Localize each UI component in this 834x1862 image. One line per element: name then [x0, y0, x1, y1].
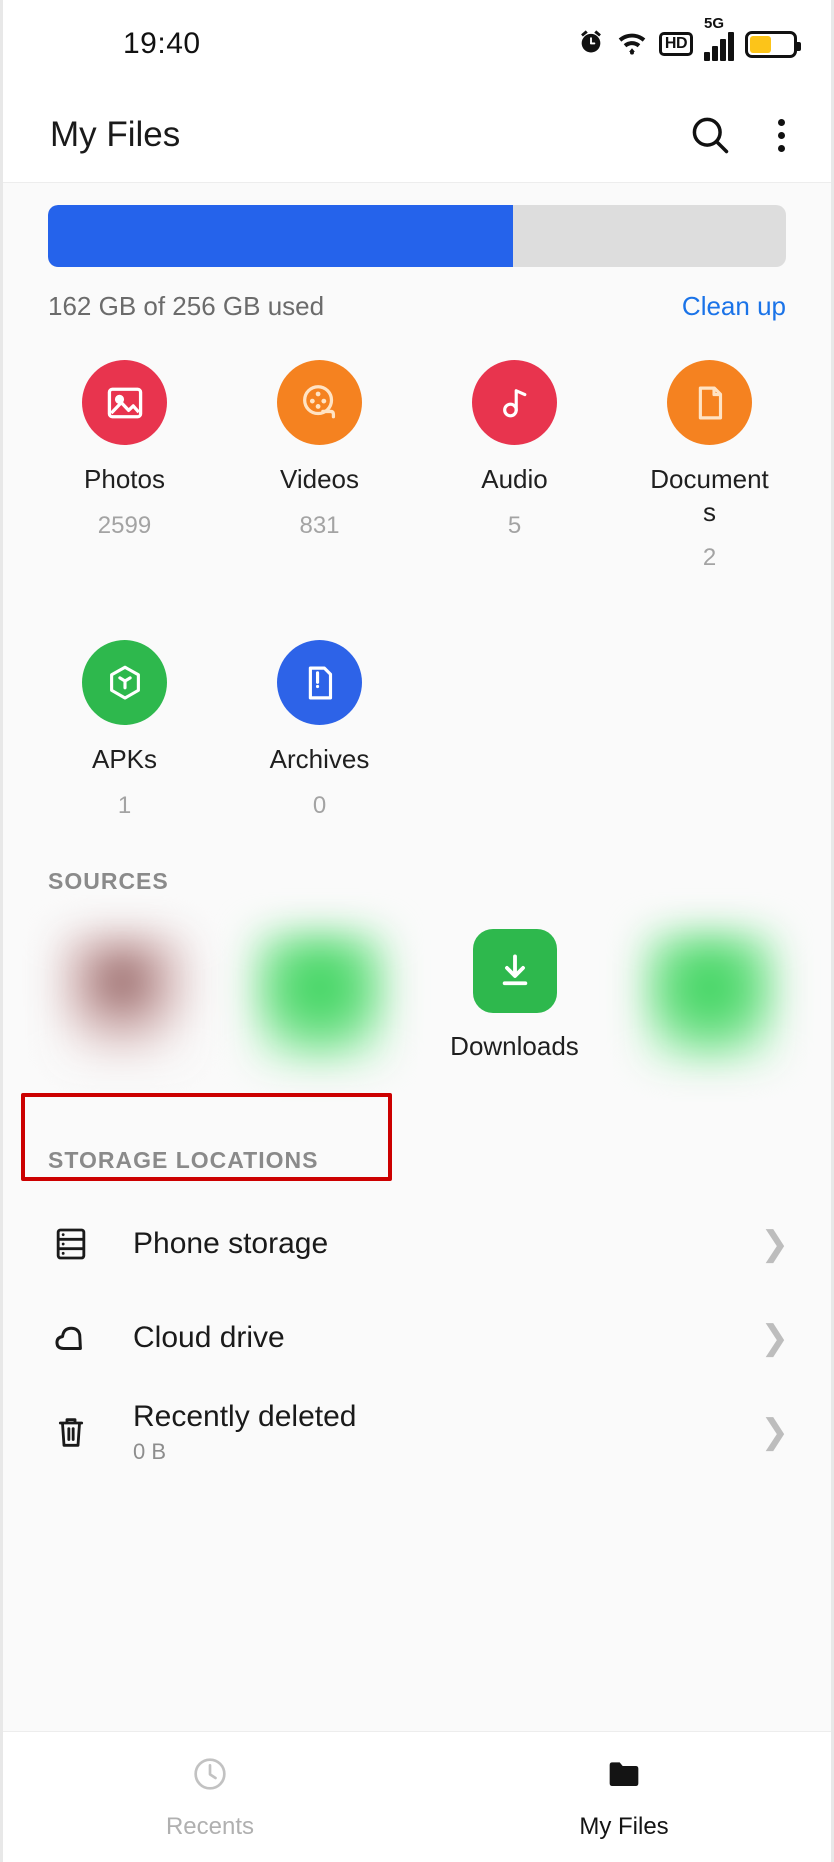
- sources-section-title: SOURCES: [48, 867, 169, 894]
- download-icon: [472, 928, 557, 1013]
- storage-location-texts: Phone storage: [133, 1226, 761, 1262]
- 5g-signal-icon: 5G: [704, 16, 734, 61]
- category-count: 1: [117, 791, 132, 819]
- storage-meter: [3, 183, 831, 267]
- chevron-right-icon: ❯: [760, 1224, 790, 1263]
- bottom-navigation: Recents My Files: [3, 1731, 831, 1862]
- category-label: Videos: [279, 464, 360, 494]
- category-audio[interactable]: Audio 5: [417, 360, 612, 572]
- category-label: Documents: [650, 464, 769, 527]
- category-videos[interactable]: Videos 831: [222, 360, 417, 572]
- status-icon-group: HD 5G: [577, 16, 801, 61]
- cloud-icon: [51, 1317, 105, 1359]
- storage-locations-list: Phone storage ❯ Cloud drive ❯ Recently d…: [3, 1174, 831, 1476]
- storage-location-label: Recently deleted: [133, 1399, 357, 1433]
- blurred-source-icon: [249, 928, 390, 1069]
- storage-usage-text: 162 GB of 256 GB used: [48, 291, 325, 321]
- category-count: 831: [299, 511, 340, 539]
- storage-summary-row: 162 GB of 256 GB used Clean up: [3, 267, 831, 322]
- trash-icon: [51, 1412, 105, 1452]
- category-slot-empty: [612, 640, 807, 820]
- category-count: 2: [702, 544, 717, 571]
- category-label: Audio: [481, 464, 548, 494]
- wifi-icon: [616, 28, 648, 61]
- category-apks[interactable]: APKs 1: [27, 640, 222, 820]
- storage-location-sublabel: 0 B: [133, 1438, 167, 1464]
- category-count: 2599: [97, 511, 152, 539]
- category-slot-empty: [417, 640, 612, 820]
- status-bar: 19:40 HD 5G: [3, 0, 831, 88]
- storage-location-recently-deleted[interactable]: Recently deleted 0 B ❯: [3, 1388, 831, 1476]
- storage-locations-section-title: STORAGE LOCATIONS: [48, 1146, 319, 1173]
- image-icon: [82, 360, 167, 445]
- category-count: 5: [507, 511, 522, 539]
- battery-fill: [750, 35, 771, 53]
- status-time: 19:40: [123, 27, 201, 60]
- more-options-icon[interactable]: [768, 113, 795, 158]
- alarm-icon: [577, 28, 605, 61]
- chevron-right-icon: ❯: [760, 1318, 790, 1357]
- network-type-label: 5G: [704, 14, 725, 32]
- storage-location-label: Phone storage: [133, 1226, 329, 1260]
- nav-tab-my-files[interactable]: My Files: [417, 1754, 831, 1841]
- category-grid-row-2: APKs 1 Archives 0: [3, 602, 831, 820]
- blurred-source-icon: [54, 928, 195, 1069]
- clock-icon: [190, 1754, 230, 1799]
- category-count: 0: [312, 791, 327, 819]
- film-reel-icon: [277, 360, 362, 445]
- source-item[interactable]: [612, 928, 807, 1087]
- category-label: Photos: [84, 464, 165, 494]
- source-label: Downloads: [450, 1030, 579, 1061]
- app-bar: My Files: [3, 88, 831, 183]
- phone-screen: 19:40 HD 5G My Files 162 GB of 256 GB us…: [0, 0, 834, 1862]
- blurred-source-icon: [639, 928, 780, 1069]
- nav-tab-label: My Files: [579, 1812, 669, 1840]
- storage-location-cloud-drive[interactable]: Cloud drive ❯: [3, 1294, 831, 1382]
- hd-icon: HD: [658, 32, 693, 56]
- source-item[interactable]: [222, 928, 417, 1087]
- main-content: 162 GB of 256 GB used Clean up Photos 25…: [3, 183, 831, 1731]
- music-note-icon: [472, 360, 557, 445]
- source-downloads[interactable]: Downloads: [417, 928, 612, 1087]
- category-archives[interactable]: Archives 0: [222, 640, 417, 820]
- category-photos[interactable]: Photos 2599: [27, 360, 222, 572]
- storage-location-texts: Recently deleted 0 B: [133, 1399, 761, 1465]
- battery-icon: [745, 30, 801, 58]
- document-icon: [667, 360, 752, 445]
- app-bar-actions: [688, 113, 795, 158]
- page-title: My Files: [50, 115, 181, 154]
- storage-location-label: Cloud drive: [133, 1320, 285, 1354]
- server-stack-icon: [51, 1224, 105, 1264]
- chevron-right-icon: ❯: [760, 1412, 790, 1451]
- archive-file-icon: [277, 640, 362, 725]
- storage-location-texts: Cloud drive: [133, 1320, 761, 1356]
- search-icon[interactable]: [688, 113, 732, 157]
- category-label: Archives: [269, 744, 370, 774]
- category-documents[interactable]: Documents 2: [612, 360, 807, 572]
- category-grid-row-1: Photos 2599 Videos 831 Audio 5 Documents…: [3, 322, 831, 572]
- category-label: APKs: [91, 744, 158, 774]
- folder-icon: [604, 1754, 644, 1799]
- sources-grid: Downloads: [3, 895, 831, 1087]
- nav-tab-recents[interactable]: Recents: [3, 1754, 417, 1841]
- storage-progress-track: [48, 205, 786, 267]
- storage-progress-fill: [48, 205, 513, 267]
- source-item[interactable]: [27, 928, 222, 1087]
- clean-up-link[interactable]: Clean up: [682, 291, 786, 322]
- storage-location-phone-storage[interactable]: Phone storage ❯: [3, 1200, 831, 1288]
- package-cube-icon: [82, 640, 167, 725]
- nav-tab-label: Recents: [165, 1812, 255, 1840]
